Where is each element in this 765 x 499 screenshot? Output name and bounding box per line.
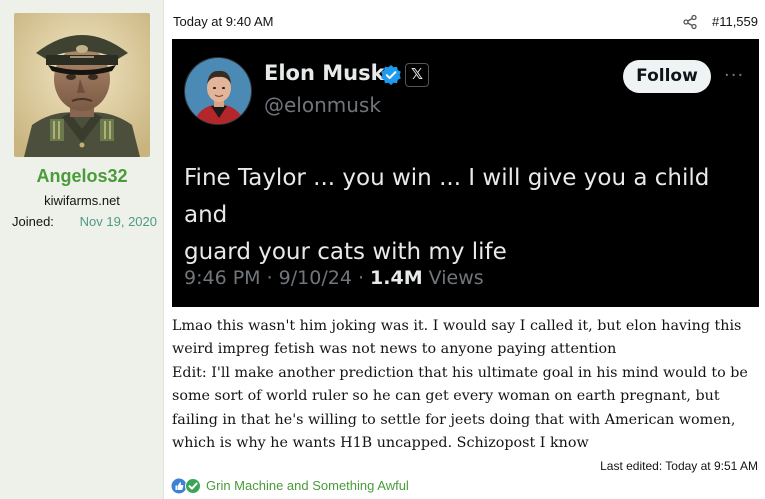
- post-number-link[interactable]: #11,559: [712, 14, 758, 29]
- post-timestamp[interactable]: Today at 9:40 AM: [173, 14, 273, 29]
- more-icon[interactable]: ···: [724, 65, 744, 86]
- x-logo-icon: 𝕏: [405, 63, 429, 87]
- post-body-line: weird impreg fetish was not news to anyo…: [172, 341, 617, 358]
- tweet-views-count: 1.4M: [370, 267, 423, 289]
- post-body-line: Edit: I'll make another prediction that …: [172, 364, 748, 381]
- tweet-text-line: Fine Taylor ... you win ... I will give …: [184, 165, 710, 228]
- tweet-timestamp[interactable]: 9:46 PM · 9/10/24 ·: [184, 267, 370, 289]
- joined-row: Joined: Nov 19, 2020: [12, 214, 157, 232]
- follow-button[interactable]: Follow: [623, 60, 711, 93]
- joined-label: Joined:: [12, 214, 54, 229]
- tweet-views-label: Views: [422, 267, 484, 289]
- post-body-line: Lmao this wasn't him joking was it. I wo…: [172, 318, 742, 334]
- tweet-author-name[interactable]: Elon Musk: [264, 61, 385, 85]
- check-reaction-icon: [185, 478, 201, 494]
- verified-badge-icon: [380, 64, 402, 86]
- post-body-line: some sort of world ruler so he can get e…: [172, 388, 720, 405]
- tweet-meta: 9:46 PM · 9/10/24 · 1.4M Views: [184, 267, 484, 289]
- tweet-avatar[interactable]: [184, 57, 252, 125]
- last-edited: Last edited: Today at 9:51 AM: [600, 459, 758, 473]
- post-body-line: failing in that he's willing to settle f…: [172, 411, 736, 428]
- post-body-line: which is why he wants H1B uncapped. Schi…: [172, 435, 589, 452]
- tweet-text-line: guard your cats with my life: [184, 239, 507, 265]
- user-avatar[interactable]: [14, 13, 150, 157]
- user-sidebar: Angelos32 kiwifarms.net Joined: Nov 19, …: [0, 0, 164, 499]
- avatar-image: [14, 13, 150, 157]
- tweet-author-handle[interactable]: @elonmusk: [264, 93, 381, 117]
- user-title: kiwifarms.net: [44, 193, 120, 208]
- reactions-link[interactable]: Grin Machine and Something Awful: [206, 478, 409, 493]
- embedded-tweet[interactable]: Elon Musk 𝕏 @elonmusk Follow ··· Fine Ta…: [172, 39, 759, 307]
- post-body: Lmao this wasn't him joking was it. I wo…: [172, 315, 762, 455]
- joined-date: Nov 19, 2020: [79, 214, 157, 229]
- post-main: Today at 9:40 AM #11,559 Elon Musk 𝕏 @el…: [164, 0, 765, 499]
- username[interactable]: Angelos32: [0, 166, 164, 187]
- tweet-text: Fine Taylor ... you win ... I will give …: [184, 160, 752, 271]
- forum-post: Angelos32 kiwifarms.net Joined: Nov 19, …: [0, 0, 765, 499]
- share-icon[interactable]: [682, 14, 698, 30]
